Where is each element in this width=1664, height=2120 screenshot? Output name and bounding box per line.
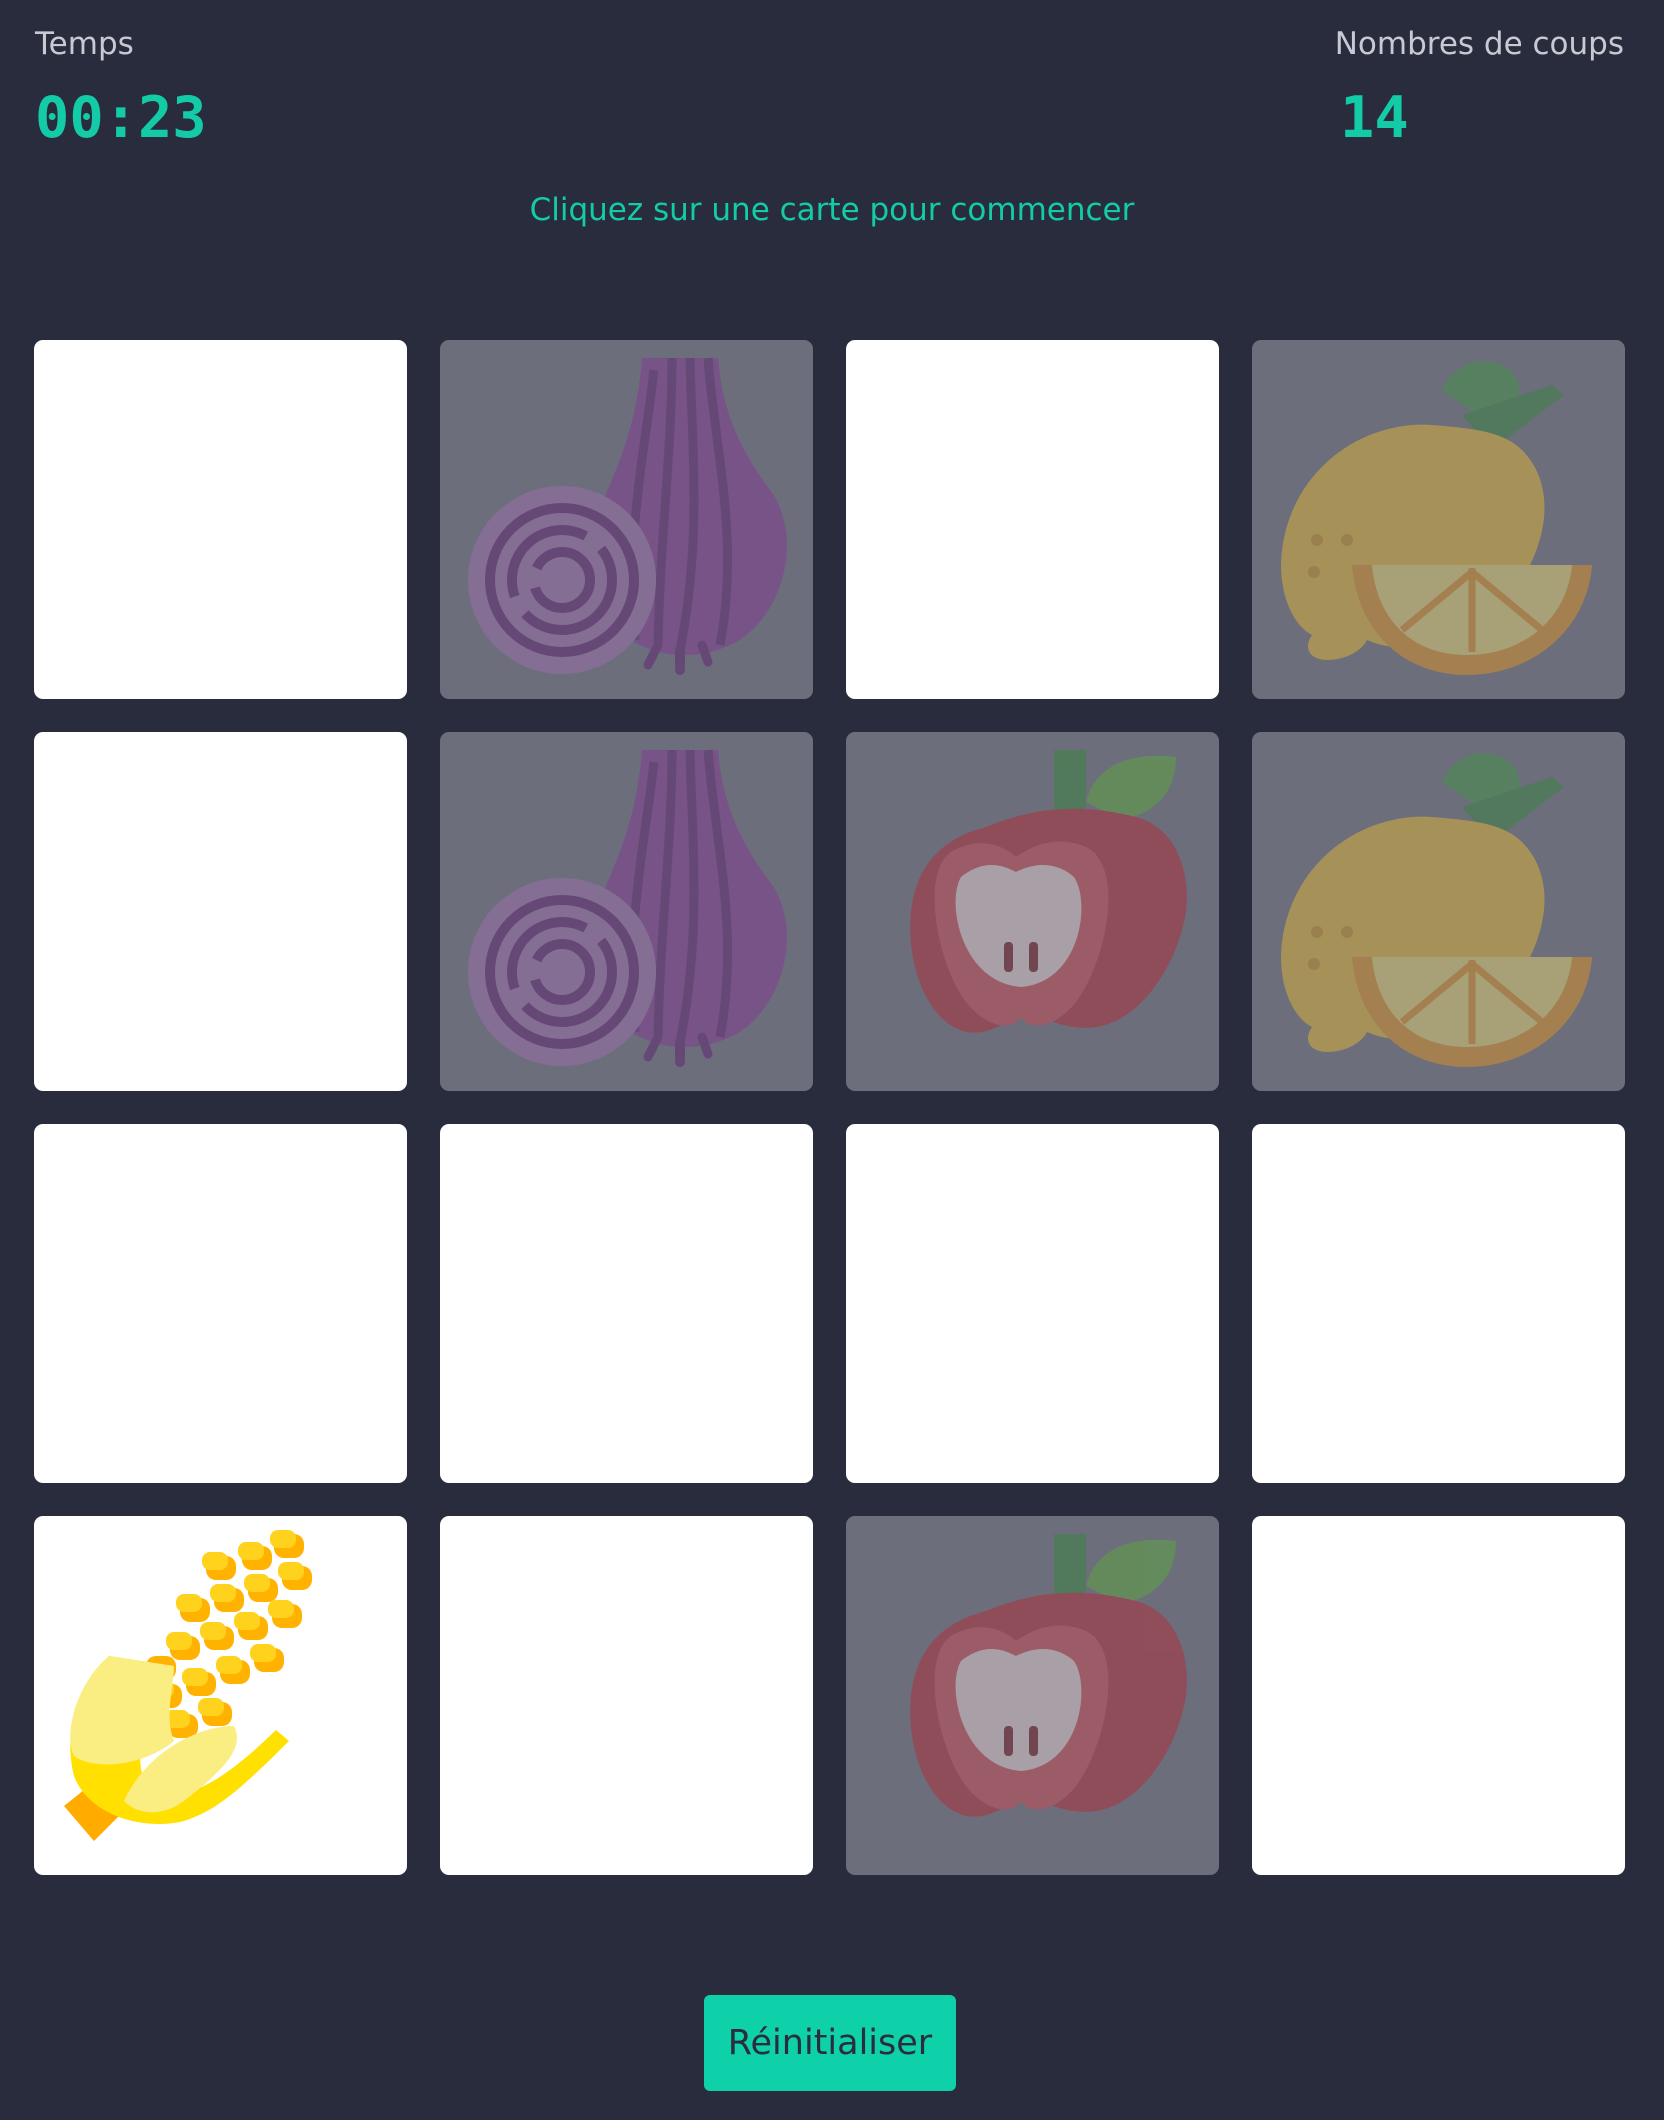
card-hidden[interactable]: [34, 340, 407, 699]
card-onion[interactable]: [440, 732, 813, 1091]
time-value: 00:23: [35, 85, 207, 151]
time-label: Temps: [35, 26, 134, 62]
card-hidden[interactable]: [34, 732, 407, 1091]
card-lemon[interactable]: [1252, 732, 1625, 1091]
status-message: Cliquez sur une carte pour commencer: [529, 192, 1135, 228]
card-hidden[interactable]: [1252, 1516, 1625, 1875]
card-hidden[interactable]: [34, 1124, 407, 1483]
card-corn[interactable]: [34, 1516, 407, 1875]
reset-button[interactable]: Réinitialiser: [704, 1995, 956, 2091]
card-lemon[interactable]: [1252, 340, 1625, 699]
moves-value: 14: [1340, 85, 1409, 151]
card-apple[interactable]: [846, 1516, 1219, 1875]
card-hidden[interactable]: [1252, 1124, 1625, 1483]
moves-label: Nombres de coups: [1334, 26, 1624, 62]
card-hidden[interactable]: [846, 1124, 1219, 1483]
card-onion[interactable]: [440, 340, 813, 699]
card-apple[interactable]: [846, 732, 1219, 1091]
card-hidden[interactable]: [846, 340, 1219, 699]
card-hidden[interactable]: [440, 1516, 813, 1875]
card-hidden[interactable]: [440, 1124, 813, 1483]
card-grid: [34, 340, 1626, 1875]
